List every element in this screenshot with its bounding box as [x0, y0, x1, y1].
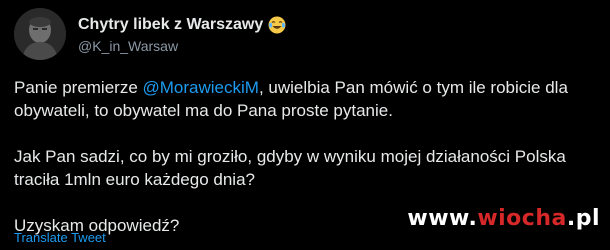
mention-link[interactable]: @MorawieckiM [143, 78, 259, 97]
author-display-name[interactable]: Chytry libek z Warszawy [78, 16, 263, 34]
watermark-accent: wiocha [477, 206, 567, 231]
watermark-logo: www.wiocha.pl [407, 206, 600, 231]
name-row: Chytry libek z Warszawy [78, 14, 286, 36]
watermark-suffix: .pl [566, 206, 600, 231]
tweet-card: Chytry libek z Warszawy @K_in_Warsaw Pan… [0, 0, 610, 250]
tweet-text-prefix: Panie premierze [14, 78, 143, 97]
translate-tweet-link[interactable]: Translate Tweet [14, 230, 106, 245]
tweet-line-4: traciła 1mln euro każdego dnia? [14, 170, 255, 189]
tweet-line-1: Panie premierze @MorawieckiM, uwielbia P… [14, 76, 598, 99]
author-info: Chytry libek z Warszawy @K_in_Warsaw [78, 14, 286, 54]
tweet-header: Chytry libek z Warszawy @K_in_Warsaw [14, 8, 286, 60]
tweet-line-3: Jak Pan sadzi, co by mi groziło, gdyby w… [14, 147, 566, 166]
tweet-line-2: obywateli, to obywatel ma do Pana proste… [14, 101, 393, 120]
tweet-text-suffix: , uwielbia Pan mówić o tym ile robicie d… [258, 78, 568, 97]
author-handle[interactable]: @K_in_Warsaw [78, 38, 286, 54]
face-with-tears-of-joy-icon [268, 16, 286, 34]
avatar[interactable] [14, 8, 66, 60]
watermark-prefix: www. [407, 206, 478, 231]
